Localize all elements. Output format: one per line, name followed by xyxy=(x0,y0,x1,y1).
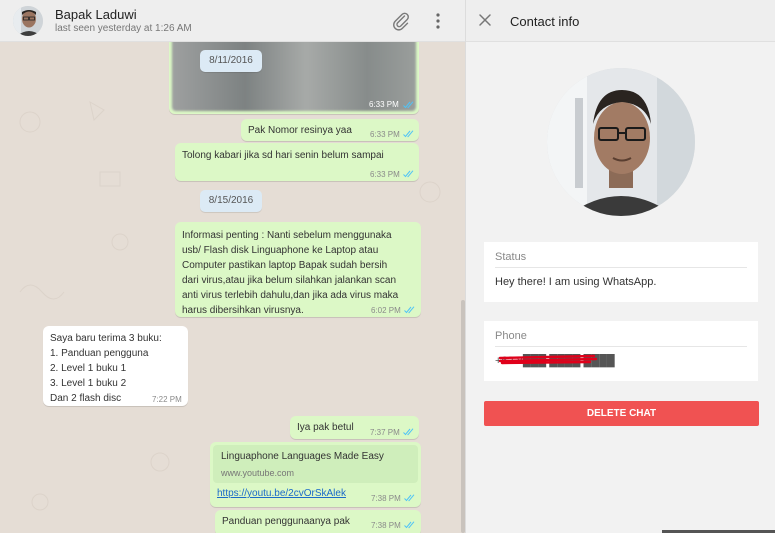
status-label: Status xyxy=(495,251,527,263)
link-preview-title: Linguaphone Languages Made Easy xyxy=(221,451,384,462)
outgoing-message[interactable]: Iya pak betul 7:37 PM xyxy=(290,416,419,439)
link-url[interactable]: https://youtu.be/2cvOrSkAlek xyxy=(217,488,346,499)
message-text: Saya baru terima 3 buku: 1. Panduan peng… xyxy=(50,333,162,404)
double-check-icon xyxy=(404,494,415,502)
contact-info-title: Contact info xyxy=(510,14,580,29)
link-message[interactable]: Linguaphone Languages Made Easy www.yout… xyxy=(210,442,421,507)
divider xyxy=(495,346,747,347)
double-check-icon xyxy=(403,130,414,138)
date-divider: 8/15/2016 xyxy=(200,190,262,212)
message-time: 6:33 PM xyxy=(369,100,399,109)
double-check-icon xyxy=(403,170,414,178)
double-check-icon xyxy=(403,101,414,109)
phone-card: Phone +62 8███ ████ ████ xyxy=(484,321,758,381)
contact-name[interactable]: Bapak Laduwi xyxy=(55,7,137,22)
incoming-message[interactable]: Saya baru terima 3 buku: 1. Panduan peng… xyxy=(43,326,188,406)
last-seen-status: last seen yesterday at 1:26 AM xyxy=(55,23,192,34)
double-check-icon xyxy=(404,306,415,314)
status-card: Status Hey there! I am using WhatsApp. xyxy=(484,242,758,302)
message-time: 6:33 PM xyxy=(370,130,400,139)
chat-header: Bapak Laduwi last seen yesterday at 1:26… xyxy=(0,0,465,42)
more-vertical-icon[interactable] xyxy=(430,10,446,32)
status-value: Hey there! I am using WhatsApp. xyxy=(495,276,657,288)
delete-chat-button[interactable]: DELETE CHAT xyxy=(484,401,759,426)
contact-info-panel: Contact info Status Hey there! I am usin… xyxy=(466,0,775,533)
double-check-icon xyxy=(404,521,415,529)
profile-photo[interactable] xyxy=(547,68,695,216)
message-time: 7:22 PM xyxy=(152,395,182,404)
double-check-icon xyxy=(403,428,414,436)
phone-label: Phone xyxy=(495,330,527,342)
outgoing-message[interactable]: Informasi penting : Nanti sebelum menggu… xyxy=(175,222,421,317)
message-text: Pak Nomor resinya yaa xyxy=(248,125,352,136)
image-message[interactable]: 6:33 PM xyxy=(169,32,419,114)
outgoing-message[interactable]: Panduan penggunaanya pak 7:38 PM xyxy=(215,510,421,533)
chat-scrollbar[interactable] xyxy=(461,300,465,533)
message-time: 7:38 PM xyxy=(371,521,401,530)
link-preview[interactable]: Linguaphone Languages Made Easy www.yout… xyxy=(213,445,418,483)
date-divider: 8/11/2016 xyxy=(200,50,262,72)
chat-panel: Bapak Laduwi last seen yesterday at 1:26… xyxy=(0,0,466,533)
outgoing-message[interactable]: Tolong kabari jika sd hari senin belum s… xyxy=(175,143,419,181)
message-text: Panduan penggunaanya pak xyxy=(222,516,350,527)
message-time: 7:37 PM xyxy=(370,428,400,437)
message-time: 6:33 PM xyxy=(370,170,400,179)
contact-info-header: Contact info xyxy=(466,0,775,42)
contact-avatar[interactable] xyxy=(13,6,43,36)
link-preview-domain: www.youtube.com xyxy=(221,468,295,478)
message-text: Tolong kabari jika sd hari senin belum s… xyxy=(182,150,384,161)
message-time: 7:38 PM xyxy=(371,494,401,503)
redaction-scribble xyxy=(498,354,598,365)
message-time: 6:02 PM xyxy=(371,306,401,315)
close-icon[interactable] xyxy=(478,13,492,27)
outgoing-message[interactable]: Pak Nomor resinya yaa 6:33 PM xyxy=(241,119,419,141)
message-text: Iya pak betul xyxy=(297,422,354,433)
divider xyxy=(495,267,747,268)
paperclip-icon[interactable] xyxy=(390,10,412,32)
message-text: Informasi penting : Nanti sebelum menggu… xyxy=(182,230,399,316)
